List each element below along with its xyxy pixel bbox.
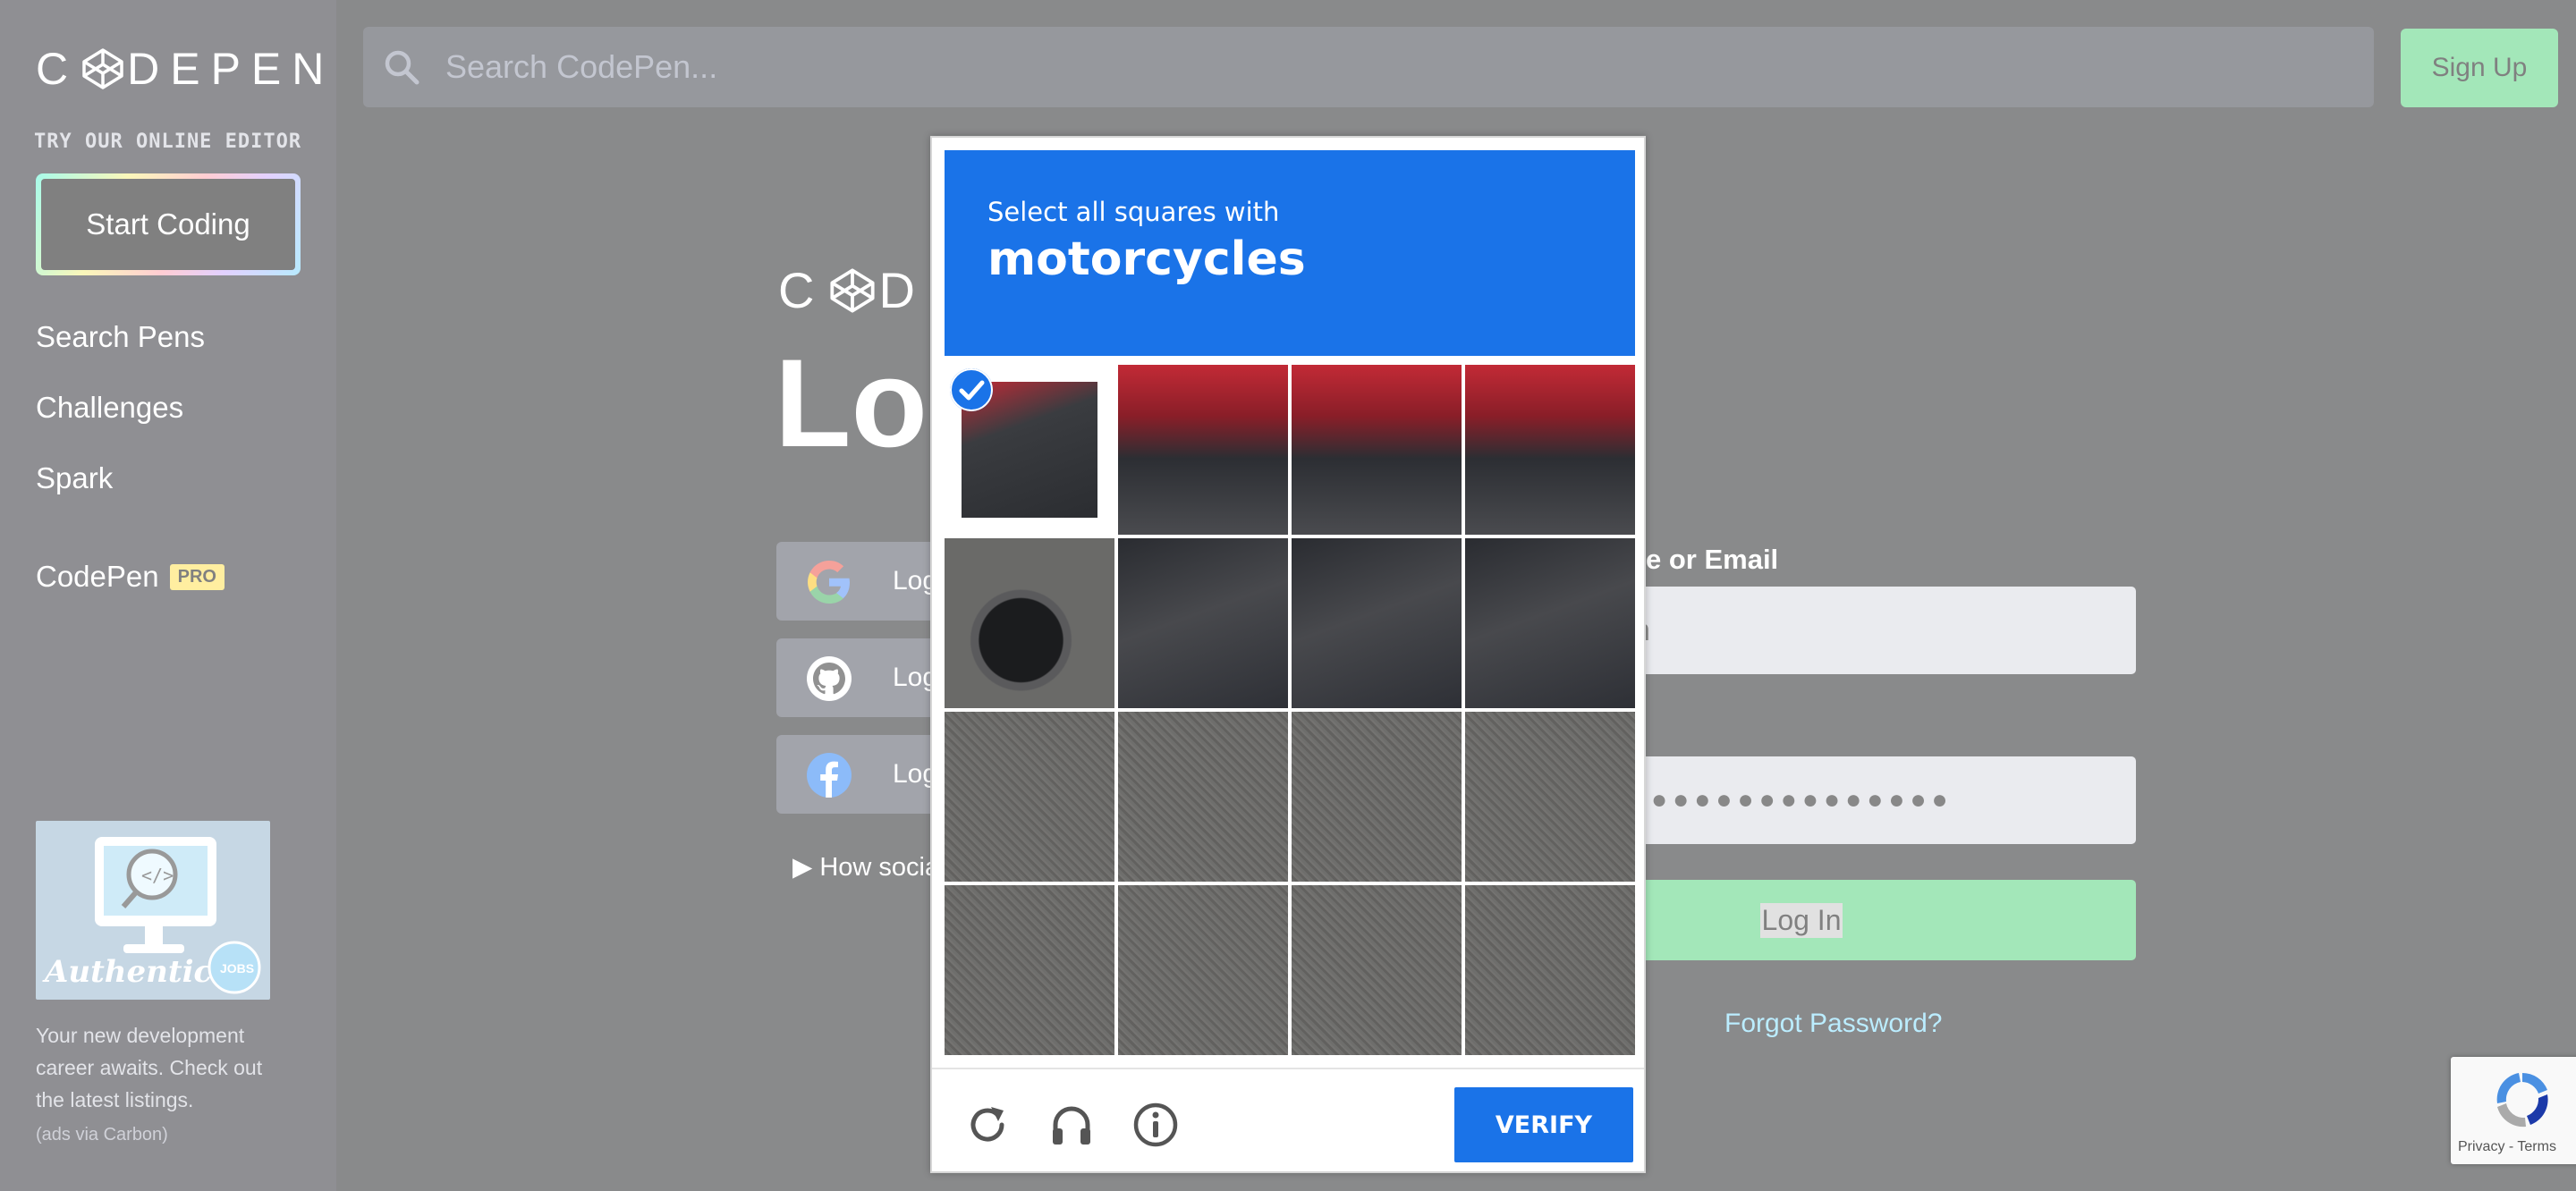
- grid-tile[interactable]: [945, 365, 1114, 535]
- headphones-icon[interactable]: [1048, 1102, 1095, 1148]
- recaptcha-logo-icon: [2496, 1072, 2548, 1128]
- grid-tile[interactable]: [1118, 365, 1288, 535]
- grid-tile[interactable]: [1465, 712, 1635, 882]
- challenge-target: motorcycles: [987, 232, 1306, 286]
- verify-button[interactable]: VERIFY: [1454, 1087, 1633, 1162]
- challenge-header: Select all squares with motorcycles: [945, 150, 1635, 356]
- reload-icon[interactable]: [964, 1102, 1011, 1148]
- image-grid: [945, 365, 1635, 1055]
- challenge-footer: VERIFY: [932, 1068, 1644, 1171]
- grid-tile[interactable]: [945, 712, 1114, 882]
- privacy-terms-link[interactable]: Privacy - Terms: [2458, 1139, 2556, 1155]
- grid-tile[interactable]: [1292, 538, 1462, 708]
- grid-tile[interactable]: [1292, 885, 1462, 1055]
- grid-tile[interactable]: [1292, 712, 1462, 882]
- grid-tile[interactable]: [1118, 712, 1288, 882]
- grid-tile[interactable]: [1118, 538, 1288, 708]
- checkmark-icon: [950, 368, 993, 411]
- grid-tile[interactable]: [1465, 538, 1635, 708]
- grid-tile[interactable]: [945, 538, 1114, 708]
- grid-tile[interactable]: [1292, 365, 1462, 535]
- grid-tile[interactable]: [1118, 885, 1288, 1055]
- recaptcha-challenge: Select all squares with motorcycles VERI…: [930, 136, 1646, 1173]
- grid-tile[interactable]: [945, 885, 1114, 1055]
- grid-tile[interactable]: [1465, 885, 1635, 1055]
- grid-tile[interactable]: [1465, 365, 1635, 535]
- info-icon[interactable]: [1132, 1102, 1179, 1148]
- challenge-instruction: Select all squares with: [987, 197, 1280, 227]
- recaptcha-badge[interactable]: Privacy - Terms: [2451, 1057, 2576, 1164]
